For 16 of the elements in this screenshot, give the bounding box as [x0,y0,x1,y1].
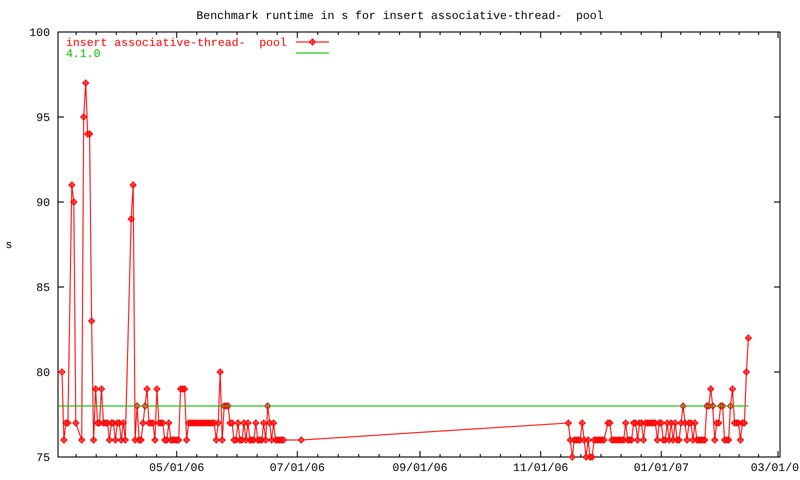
axis-label: s [6,239,12,252]
tick-label: 07/01/06 [270,462,325,475]
tick-label: 80 [36,367,50,380]
tick-label: 95 [36,112,50,125]
tick-label: 100 [29,27,50,40]
tick-label: 90 [36,197,50,210]
legend-label: 4.1.0 [66,48,101,61]
tick-label: 09/01/06 [392,462,448,475]
legend-label: insert associative-thread- pool [66,37,287,50]
tick-label: 85 [36,282,50,295]
tick-label: 05/01/06 [149,462,204,475]
tick-label: 11/01/06 [513,462,568,475]
tick-label: 03/01/0 [750,462,799,475]
chart-title: Benchmark runtime in s for insert associative-thread- pool [196,10,604,23]
tick-label: 01/01/07 [634,462,689,475]
tick-label: 75 [36,452,50,465]
